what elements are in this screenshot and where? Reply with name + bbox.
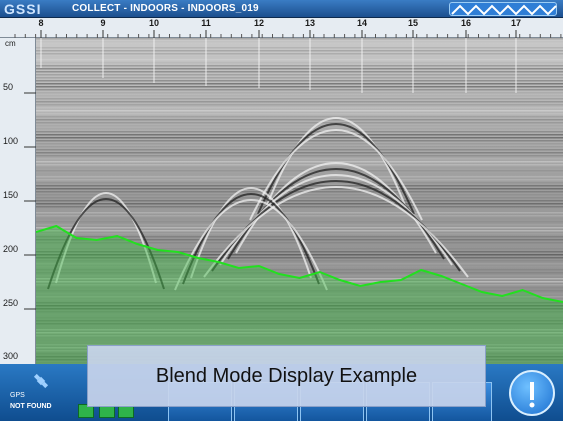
depth-ticks bbox=[24, 92, 36, 310]
caption-banner: Blend Mode Display Example bbox=[87, 345, 486, 407]
gps-satellite-icon bbox=[33, 373, 49, 389]
waveform-icon[interactable] bbox=[449, 2, 557, 16]
gps-status: NOT FOUND bbox=[10, 403, 52, 410]
gps-label: GPS bbox=[10, 392, 25, 399]
page-title: COLLECT - INDOORS - INDOORS_019 bbox=[72, 3, 259, 14]
info-button[interactable] bbox=[509, 370, 555, 416]
gps-status-panel: GPS NOT FOUND bbox=[4, 368, 64, 418]
distance-ticks bbox=[14, 30, 562, 38]
gssi-logo: GSSI bbox=[4, 1, 42, 17]
depth-ruler: cm 50 100 150 200 250 300 bbox=[0, 38, 36, 364]
radargram-view[interactable] bbox=[36, 38, 563, 364]
info-icon bbox=[529, 382, 535, 408]
caption-text: Blend Mode Display Example bbox=[155, 364, 418, 387]
app-header: GSSI COLLECT - INDOORS - INDOORS_019 bbox=[0, 0, 563, 18]
distance-ruler: 8 9 10 11 12 13 14 15 16 17 bbox=[0, 18, 563, 38]
